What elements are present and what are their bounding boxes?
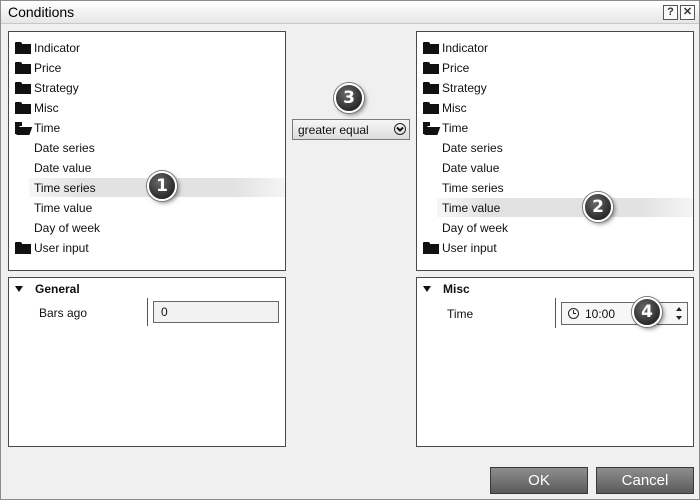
folder-open-icon (423, 122, 439, 134)
conditions-dialog: Conditions ? ✕ Indicator Price Strategy Mis… (0, 0, 700, 500)
window-title: Conditions (8, 4, 75, 20)
general-section-title: General (35, 282, 80, 296)
time-picker-input[interactable]: 10:00 (561, 302, 688, 325)
tree-node-date-value[interactable]: Date value (34, 158, 91, 178)
tree-node-label: Indicator (442, 41, 489, 55)
time-label: Time (447, 307, 474, 321)
tree-node-price[interactable]: Price (423, 58, 469, 78)
tree-node-label: Price (34, 61, 62, 75)
tree-node-label: Price (442, 61, 470, 75)
property-divider (147, 298, 148, 326)
tree-node-user-input[interactable]: User input (423, 238, 497, 258)
tree-node-day-of-week[interactable]: Day of week (442, 218, 508, 238)
tree-node-date-series[interactable]: Date series (34, 138, 95, 158)
tree-node-label: Time (34, 121, 61, 135)
tree-node-time-series[interactable]: Time series (442, 178, 504, 198)
tree-node-misc[interactable]: Misc (15, 98, 59, 118)
right-condition-tree: Indicator Price Strategy Misc Time Date serie… (416, 31, 694, 271)
tree-node-label: User input (34, 241, 89, 255)
callout-badge-1: 1 (147, 171, 177, 201)
help-button[interactable]: ? (663, 5, 678, 20)
tree-node-label: Time series (34, 181, 96, 195)
tree-node-label: Strategy (34, 81, 79, 95)
tree-node-time[interactable]: Time (423, 118, 468, 138)
tree-node-label: Date series (34, 141, 95, 155)
tree-node-label: User input (442, 241, 497, 255)
tree-node-label: Day of week (442, 221, 509, 235)
tree-node-time-series[interactable]: Time series (34, 178, 96, 198)
collapse-triangle-icon (15, 286, 23, 292)
tree-node-label: Date series (442, 141, 503, 155)
tree-node-indicator[interactable]: Indicator (423, 38, 488, 58)
folder-icon (423, 62, 439, 74)
tree-node-label: Misc (442, 101, 467, 115)
close-button[interactable]: ✕ (680, 5, 695, 20)
general-section-header[interactable]: General (15, 282, 80, 296)
left-condition-tree: Indicator Price Strategy Misc Time Date serie… (8, 31, 286, 271)
bars-ago-label: Bars ago (39, 306, 88, 320)
tree-node-label: Indicator (34, 41, 81, 55)
chevron-down-icon (394, 123, 406, 135)
folder-icon (15, 62, 31, 74)
folder-icon (15, 102, 31, 114)
tree-node-label: Time (442, 121, 469, 135)
title-bar: Conditions ? ✕ (1, 1, 699, 24)
tree-node-time-value[interactable]: Time value (34, 198, 92, 218)
tree-node-time-value[interactable]: Time value (442, 198, 500, 218)
spin-down-icon[interactable] (676, 316, 682, 320)
property-divider (555, 298, 556, 328)
time-spinner[interactable] (673, 304, 686, 323)
tree-node-day-of-week[interactable]: Day of week (34, 218, 100, 238)
tree-node-label: Strategy (442, 81, 487, 95)
folder-icon (15, 42, 31, 54)
cancel-button[interactable]: Cancel (596, 467, 694, 494)
folder-icon (15, 242, 31, 254)
bars-ago-input[interactable]: 0 (153, 301, 279, 323)
left-properties-panel: General Bars ago 0 (8, 277, 286, 447)
callout-badge-2: 2 (583, 192, 613, 222)
collapse-triangle-icon (423, 286, 431, 292)
tree-node-label: Date value (34, 161, 92, 175)
tree-node-label: Misc (34, 101, 59, 115)
callout-badge-4: 4 (632, 297, 662, 327)
spin-up-icon[interactable] (676, 307, 682, 311)
tree-node-strategy[interactable]: Strategy (15, 78, 79, 98)
tree-node-indicator[interactable]: Indicator (15, 38, 80, 58)
tree-node-label: Time value (442, 201, 501, 215)
folder-icon (15, 82, 31, 94)
folder-icon (423, 82, 439, 94)
operator-dropdown[interactable]: greater equal (292, 119, 410, 140)
clock-icon (568, 308, 579, 319)
operator-selected-label: greater equal (298, 122, 369, 137)
tree-node-price[interactable]: Price (15, 58, 61, 78)
bars-ago-value: 0 (161, 305, 168, 319)
folder-open-icon (15, 122, 31, 134)
folder-icon (423, 102, 439, 114)
tree-node-label: Date value (442, 161, 500, 175)
tree-node-label: Time series (442, 181, 504, 195)
misc-section-title: Misc (443, 282, 470, 296)
tree-node-date-value[interactable]: Date value (442, 158, 499, 178)
folder-icon (423, 242, 439, 254)
callout-badge-3: 3 (334, 83, 364, 113)
tree-node-date-series[interactable]: Date series (442, 138, 503, 158)
time-value: 10:00 (585, 306, 616, 321)
tree-node-user-input[interactable]: User input (15, 238, 89, 258)
tree-node-misc[interactable]: Misc (423, 98, 467, 118)
ok-button[interactable]: OK (490, 467, 588, 494)
tree-node-strategy[interactable]: Strategy (423, 78, 487, 98)
tree-node-label: Day of week (34, 221, 101, 235)
misc-section-header[interactable]: Misc (423, 282, 470, 296)
tree-node-time[interactable]: Time (15, 118, 60, 138)
tree-node-label: Time value (34, 201, 93, 215)
folder-icon (423, 42, 439, 54)
